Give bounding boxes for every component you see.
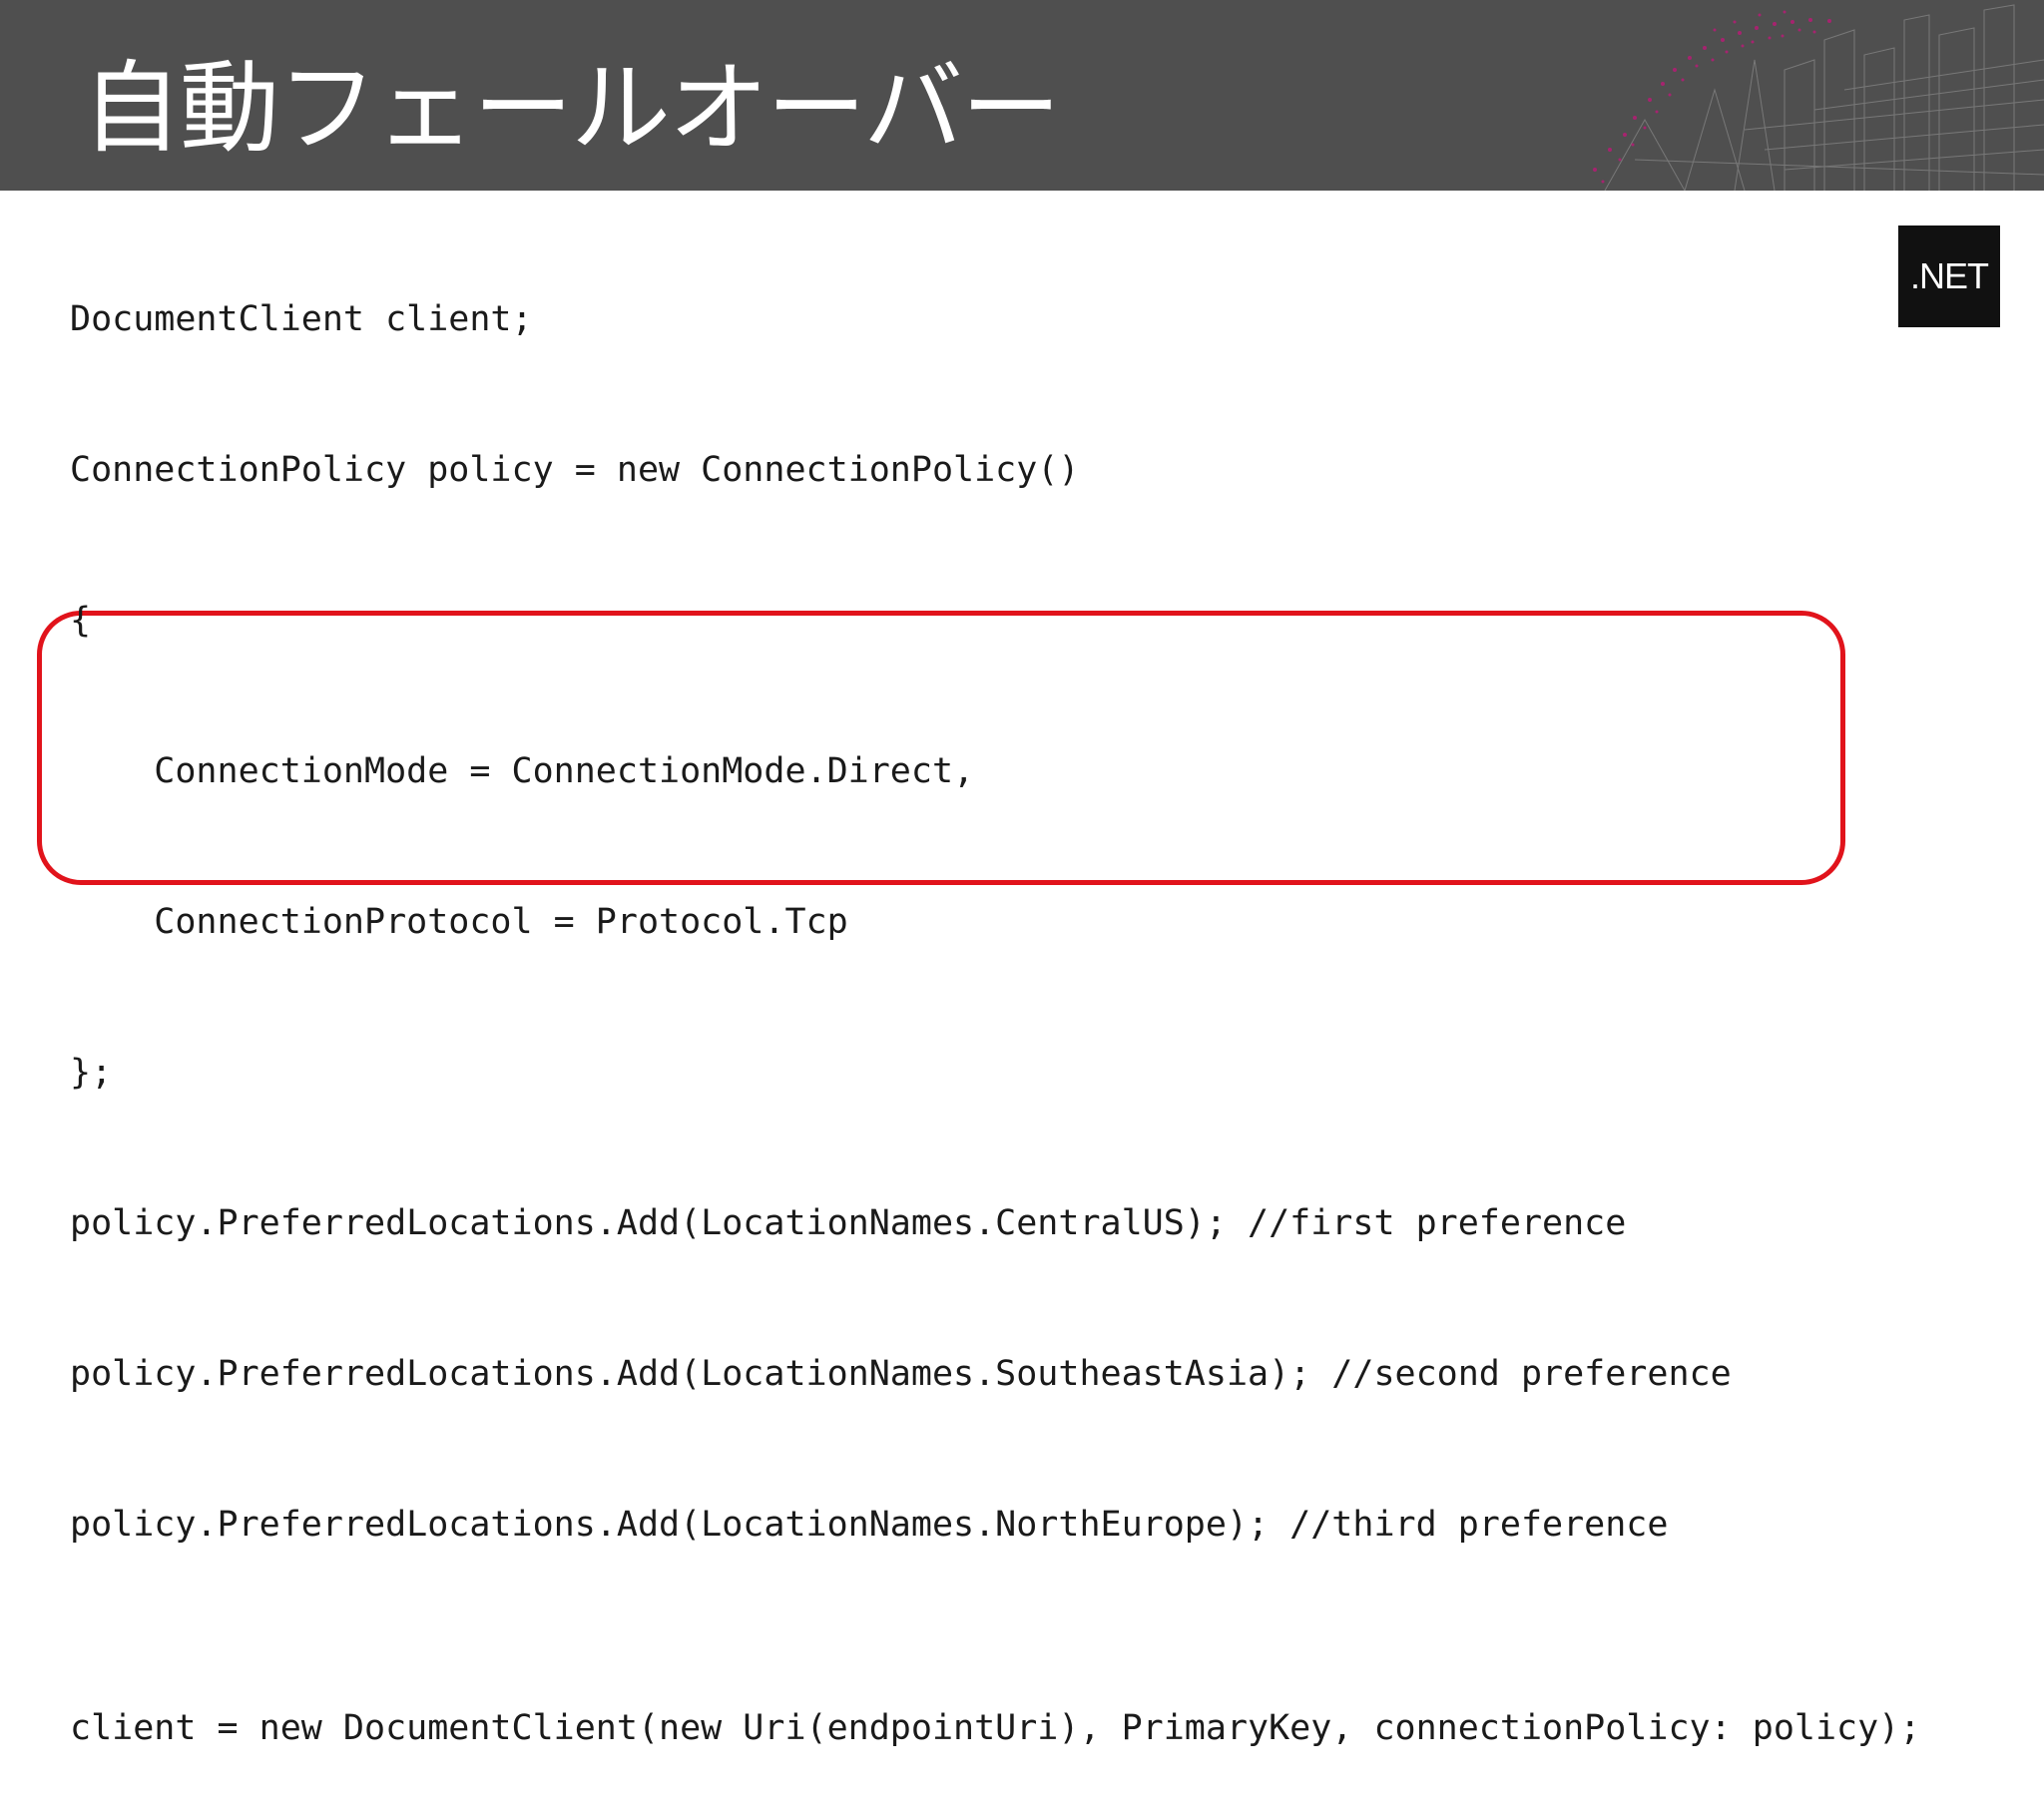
code-line: client = new DocumentClient(new Uri(endp…	[70, 1708, 1921, 1748]
code-line: DocumentClient client;	[70, 299, 533, 339]
code-line: ConnectionProtocol = Protocol.Tcp	[70, 902, 848, 942]
code-line: policy.PreferredLocations.Add(LocationNa…	[70, 1203, 1627, 1243]
code-line: policy.PreferredLocations.Add(LocationNa…	[70, 1354, 1732, 1394]
slide-title: 自動フェールオーバー	[82, 50, 1061, 167]
code-line: ConnectionPolicy policy = new Connection…	[70, 450, 1080, 490]
code-line: policy.PreferredLocations.Add(LocationNa…	[70, 1505, 1669, 1545]
code-line: };	[70, 1053, 113, 1093]
slide-header: 自動フェールオーバー	[0, 0, 2044, 191]
code-line: ConnectionMode = ConnectionMode.Direct,	[70, 751, 975, 791]
code-block: DocumentClient client; ConnectionPolicy …	[70, 205, 1920, 1804]
city-skyline-graphic	[1593, 4, 2044, 191]
code-line: {	[70, 601, 92, 641]
